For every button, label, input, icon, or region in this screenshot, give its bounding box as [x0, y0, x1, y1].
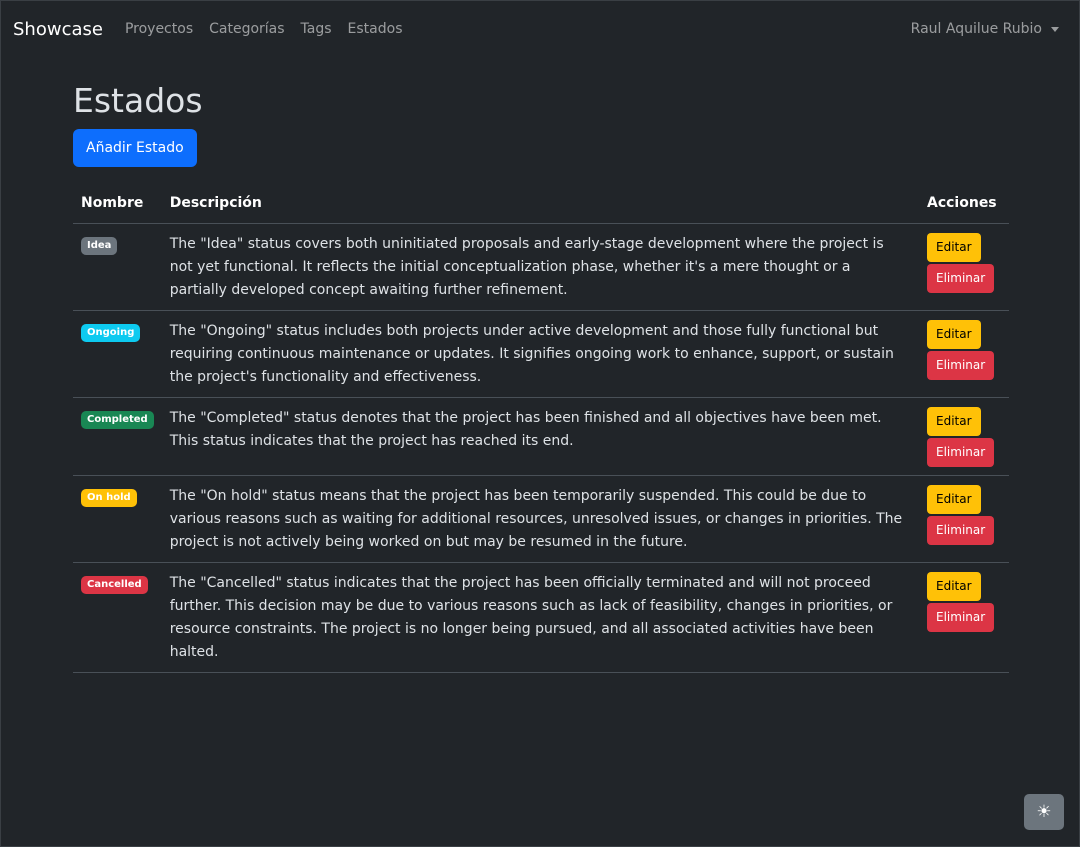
name-cell: Ongoing — [73, 310, 162, 398]
navbar: Showcase Proyectos Categorías Tags Estad… — [1, 1, 1079, 57]
status-badge: Cancelled — [81, 576, 148, 594]
sun-icon: ☀ — [1036, 802, 1052, 822]
nav-link-tags[interactable]: Tags — [301, 21, 332, 37]
table-row: On hold The "On hold" status means that … — [73, 475, 1009, 563]
description-cell: The "On hold" status means that the proj… — [161, 475, 919, 563]
name-cell: Completed — [73, 397, 162, 476]
page-title: Estados — [73, 81, 203, 120]
edit-button[interactable]: Editar — [927, 572, 981, 601]
description-cell: The "Ongoing" status includes both proje… — [161, 310, 919, 398]
name-cell: On hold — [73, 475, 162, 563]
status-badge: On hold — [81, 489, 137, 507]
actions-cell: Editar Eliminar — [919, 310, 1009, 398]
delete-button[interactable]: Eliminar — [927, 516, 995, 545]
header-description: Descripción — [161, 183, 919, 224]
description-cell: The "Cancelled" status indicates that th… — [161, 562, 919, 673]
delete-button[interactable]: Eliminar — [927, 438, 995, 467]
status-badge: Ongoing — [81, 324, 141, 342]
edit-button[interactable]: Editar — [927, 407, 981, 436]
status-badge: Idea — [81, 237, 118, 255]
add-status-button[interactable]: Añadir Estado — [73, 129, 197, 167]
actions-cell: Editar Eliminar — [919, 397, 1009, 476]
user-menu-toggle[interactable]: Raul Aquilue Rubio — [911, 21, 1059, 37]
description-cell: The "Idea" status covers both uninitiate… — [161, 223, 919, 311]
nav-link-proyectos[interactable]: Proyectos — [125, 21, 193, 37]
nav-link-categorias[interactable]: Categorías — [209, 21, 284, 37]
table-header-row: Nombre Descripción Acciones — [73, 183, 1009, 224]
nav-link-estados[interactable]: Estados — [348, 21, 403, 37]
edit-button[interactable]: Editar — [927, 320, 981, 349]
actions-cell: Editar Eliminar — [919, 475, 1009, 563]
user-name: Raul Aquilue Rubio — [910, 21, 1042, 37]
actions-cell: Editar Eliminar — [919, 562, 1009, 673]
header-name: Nombre — [73, 183, 162, 224]
brand-link[interactable]: Showcase — [13, 19, 103, 40]
delete-button[interactable]: Eliminar — [927, 264, 995, 293]
theme-toggle-button[interactable]: ☀ — [1024, 794, 1064, 830]
edit-button[interactable]: Editar — [927, 485, 981, 514]
header-actions: Acciones — [919, 183, 1009, 224]
table-row: Completed The "Completed" status denotes… — [73, 397, 1009, 476]
edit-button[interactable]: Editar — [927, 233, 981, 262]
status-badge: Completed — [81, 411, 154, 429]
actions-cell: Editar Eliminar — [919, 223, 1009, 311]
main-content: Estados Añadir Estado Nombre Descripción… — [73, 79, 1009, 673]
delete-button[interactable]: Eliminar — [927, 351, 995, 380]
table-row: Ongoing The "Ongoing" status includes bo… — [73, 310, 1009, 398]
status-table: Nombre Descripción Acciones Idea The "Id… — [73, 183, 1009, 673]
name-cell: Idea — [73, 223, 162, 311]
delete-button[interactable]: Eliminar — [927, 603, 995, 632]
table-row: Idea The "Idea" status covers both unini… — [73, 223, 1009, 311]
description-cell: The "Completed" status denotes that the … — [161, 397, 919, 476]
caret-down-icon — [1051, 26, 1059, 32]
name-cell: Cancelled — [73, 562, 162, 673]
table-row: Cancelled The "Cancelled" status indicat… — [73, 562, 1009, 673]
